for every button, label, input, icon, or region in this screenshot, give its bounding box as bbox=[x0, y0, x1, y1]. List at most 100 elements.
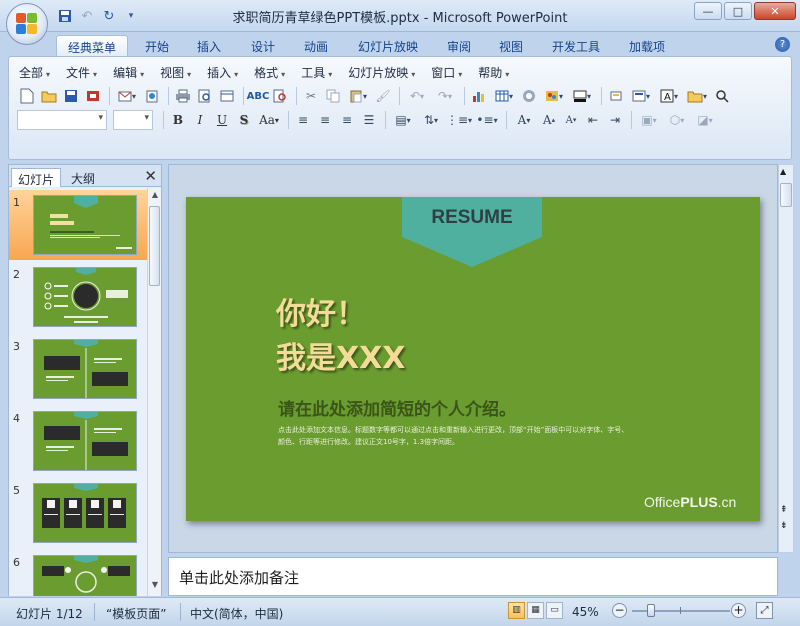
font-family-select[interactable] bbox=[17, 110, 107, 130]
office-button[interactable] bbox=[6, 3, 48, 45]
customize-qat-icon[interactable]: ▾ bbox=[122, 7, 140, 25]
notes-pane[interactable]: 单击此处添加备注 bbox=[168, 557, 778, 596]
shape-fill-icon[interactable]: ◪ ▾ bbox=[692, 110, 718, 130]
print-preview-icon[interactable] bbox=[195, 86, 215, 106]
undo-icon[interactable]: ↶ ▾ bbox=[404, 86, 430, 106]
slides-panel-scrollbar[interactable]: ▲ ▼ bbox=[147, 188, 161, 596]
menu-tools[interactable]: 工具 ▾ bbox=[301, 64, 332, 81]
tab-review[interactable]: 审阅 bbox=[440, 35, 478, 56]
slide-thumbnail-3[interactable]: 3 bbox=[9, 334, 147, 404]
shadow-button[interactable]: S bbox=[234, 110, 254, 130]
shapes-icon[interactable]: ⬡ ▾ bbox=[664, 110, 690, 130]
normal-view-icon[interactable]: ▥ bbox=[508, 602, 525, 619]
help-icon[interactable]: ? bbox=[775, 37, 790, 52]
slide-sorter-view-icon[interactable]: ▦ bbox=[527, 602, 544, 619]
maximize-button[interactable]: □ bbox=[724, 2, 752, 20]
scroll-up-icon[interactable]: ▲ bbox=[780, 167, 786, 176]
numbered-list-icon[interactable]: ⋮≡ ▾ bbox=[446, 110, 472, 130]
bullet-list-icon[interactable]: •≡ ▾ bbox=[474, 110, 500, 130]
theme-name[interactable]: “模板页面” bbox=[106, 605, 166, 622]
menu-window[interactable]: 窗口 ▾ bbox=[431, 64, 462, 81]
menu-format[interactable]: 格式 ▾ bbox=[254, 64, 285, 81]
scroll-down-icon[interactable]: ▼ bbox=[148, 580, 162, 594]
scroll-up-icon[interactable]: ▲ bbox=[148, 190, 162, 204]
fit-to-window-icon[interactable]: ⤢ bbox=[756, 602, 773, 619]
insert-picture-icon[interactable]: ▾ bbox=[541, 86, 567, 106]
text-direction-icon[interactable]: ⇅ ▾ bbox=[418, 110, 444, 130]
previous-slide-icon[interactable]: ⇞ bbox=[780, 505, 788, 515]
new-file-icon[interactable] bbox=[17, 86, 37, 106]
copy-icon[interactable] bbox=[323, 86, 343, 106]
permission-icon[interactable] bbox=[83, 86, 103, 106]
tab-design[interactable]: 设计 bbox=[244, 35, 282, 56]
slide-thumbnail-4[interactable]: 4 bbox=[9, 406, 147, 476]
tab-outline[interactable]: 大纲 bbox=[65, 168, 101, 187]
cut-icon[interactable]: ✂ bbox=[301, 86, 321, 106]
insert-chart-icon[interactable] bbox=[469, 86, 489, 106]
open-folder-icon[interactable] bbox=[39, 86, 59, 106]
menu-edit[interactable]: 编辑 ▾ bbox=[113, 64, 144, 81]
zoom-out-icon[interactable]: − bbox=[612, 603, 627, 618]
menu-all[interactable]: 全部 ▾ bbox=[19, 64, 50, 81]
print-icon[interactable] bbox=[173, 86, 193, 106]
undo-icon[interactable]: ↶ bbox=[78, 7, 96, 25]
layout-view-icon[interactable] bbox=[217, 86, 237, 106]
font-color-icon[interactable]: A ▾ bbox=[511, 110, 537, 130]
fill-color-icon[interactable]: ▾ bbox=[569, 86, 595, 106]
slideshow-view-icon[interactable]: ▭ bbox=[546, 602, 563, 619]
tab-addins[interactable]: 加载项 bbox=[622, 35, 672, 56]
tab-home[interactable]: 开始 bbox=[138, 35, 176, 56]
slide-thumbnail-2[interactable]: 2 bbox=[9, 262, 147, 332]
language-indicator[interactable]: 中文(简体，中国) bbox=[190, 605, 283, 622]
scrollbar-thumb[interactable] bbox=[780, 183, 792, 207]
slide-area-scrollbar[interactable]: ▲ ⇞ ⇟ bbox=[778, 164, 794, 553]
spelling-icon[interactable]: ABC bbox=[247, 86, 270, 106]
align-center-icon[interactable]: ≡ bbox=[315, 110, 335, 130]
justify-icon[interactable]: ☰ bbox=[359, 110, 379, 130]
align-right-icon[interactable]: ≡ bbox=[337, 110, 357, 130]
email-icon[interactable]: ▾ bbox=[114, 86, 140, 106]
new-slide-icon[interactable] bbox=[606, 86, 626, 106]
slide-thumbnail-1[interactable]: 1 bbox=[9, 190, 147, 260]
paste-icon[interactable]: ▾ bbox=[345, 86, 371, 106]
columns-icon[interactable]: ▤ ▾ bbox=[390, 110, 416, 130]
tab-animation[interactable]: 动画 bbox=[297, 35, 335, 56]
menu-view[interactable]: 视图 ▾ bbox=[160, 64, 191, 81]
tab-slideshow[interactable]: 幻灯片放映 bbox=[352, 35, 424, 56]
shrink-font-icon[interactable]: A ▾ bbox=[561, 110, 581, 130]
close-button[interactable]: ✕ bbox=[754, 2, 796, 20]
underline-button[interactable]: U bbox=[212, 110, 232, 130]
zoom-slider-handle[interactable] bbox=[647, 604, 655, 617]
zoom-level[interactable]: 45% bbox=[572, 605, 599, 619]
change-case-button[interactable]: Aa ▾ bbox=[256, 110, 282, 130]
tab-view[interactable]: 视图 bbox=[492, 35, 530, 56]
minimize-button[interactable]: — bbox=[694, 2, 722, 20]
insert-clipart-icon[interactable] bbox=[519, 86, 539, 106]
insert-table-icon[interactable]: ▾ bbox=[491, 86, 517, 106]
menu-file[interactable]: 文件 ▾ bbox=[66, 64, 97, 81]
tab-developer[interactable]: 开发工具 bbox=[546, 35, 606, 56]
open-folder-icon[interactable]: ▾ bbox=[684, 86, 710, 106]
slide-layout-icon[interactable]: ▾ bbox=[628, 86, 654, 106]
save-icon[interactable] bbox=[61, 86, 81, 106]
italic-button[interactable]: I bbox=[190, 110, 210, 130]
redo-icon[interactable]: ↻ bbox=[100, 7, 118, 25]
research-icon[interactable] bbox=[270, 86, 290, 106]
slide-thumbnail-5[interactable]: 5 bbox=[9, 478, 147, 548]
current-slide[interactable]: RESUME 你好！ 我是XXX 请在此处添加简短的个人介绍。 点击此处添加文本… bbox=[186, 197, 760, 521]
menu-insert[interactable]: 插入 ▾ bbox=[207, 64, 238, 81]
scrollbar-thumb[interactable] bbox=[149, 206, 160, 286]
save-icon[interactable] bbox=[56, 7, 74, 25]
decrease-indent-icon[interactable]: ⇤ bbox=[583, 110, 603, 130]
bold-button[interactable]: B bbox=[168, 110, 188, 130]
align-left-icon[interactable]: ≡ bbox=[293, 110, 313, 130]
menu-help[interactable]: 帮助 ▾ bbox=[478, 64, 509, 81]
zoom-in-icon[interactable]: + bbox=[731, 603, 746, 618]
menu-slideshow[interactable]: 幻灯片放映 ▾ bbox=[348, 64, 415, 81]
increase-indent-icon[interactable]: ⇥ bbox=[605, 110, 625, 130]
text-box-icon[interactable]: A ▾ bbox=[656, 86, 682, 106]
close-panel-icon[interactable]: ✕ bbox=[144, 167, 157, 185]
tab-classic-menu[interactable]: 经典菜单 bbox=[56, 35, 128, 56]
arrange-icon[interactable]: ▣ ▾ bbox=[636, 110, 662, 130]
find-icon[interactable] bbox=[712, 86, 732, 106]
